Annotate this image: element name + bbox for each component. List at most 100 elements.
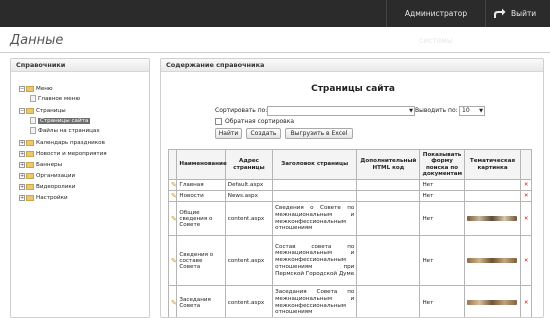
tree-item-organizations[interactable]: + Организации <box>19 172 75 181</box>
delete-icon[interactable]: ✕ <box>520 201 532 236</box>
content-title: Страницы сайта <box>311 84 395 94</box>
cell-html <box>356 285 421 317</box>
tree-item-site-pages[interactable]: Страницы сайта <box>30 117 91 126</box>
reference-books-panel: Справочники − Меню Главное меню − Страницы… <box>10 58 150 318</box>
cell-name: Общие сведения о Совете <box>176 201 226 236</box>
tree-item-label: Календарь праздников <box>36 140 105 146</box>
cell-address: content.aspx <box>224 285 274 317</box>
find-button[interactable]: Найти <box>215 128 242 139</box>
chevron-down-icon: ▼ <box>409 108 413 114</box>
tree-item-label: Меню <box>36 86 53 92</box>
thumbnail-image <box>466 215 517 221</box>
cell-address: content.aspx <box>224 201 274 236</box>
tree-item-label: Организации <box>36 173 76 179</box>
expand-toggle[interactable]: + <box>19 183 25 190</box>
expand-toggle[interactable]: + <box>19 161 25 168</box>
cell-html <box>356 235 421 286</box>
cell-search: Нет <box>419 179 465 191</box>
edit-icon[interactable]: ✎ <box>167 190 178 202</box>
panel-title: Содержание справочника <box>161 59 543 72</box>
chevron-down-icon: ▼ <box>479 108 483 114</box>
tree-item-main-menu[interactable]: Главное меню <box>30 95 80 104</box>
delete-icon[interactable]: ✕ <box>520 285 532 317</box>
expand-toggle[interactable]: + <box>19 194 25 201</box>
column-header[interactable]: Тематическая картинка <box>463 149 522 180</box>
folder-icon <box>26 139 34 146</box>
folder-icon <box>26 161 34 168</box>
delete-icon[interactable]: ✕ <box>520 190 532 202</box>
reference-content-panel: Содержание справочника Страницы сайта Со… <box>160 58 544 318</box>
expand-toggle[interactable]: + <box>19 172 25 179</box>
tree-item-label: Настройки <box>36 195 68 201</box>
tree-item-page-files[interactable]: Файлы на страницах <box>30 127 100 136</box>
sort-select[interactable]: ▼ <box>267 106 415 116</box>
page-size-value: 10 <box>462 107 470 114</box>
edit-icon[interactable]: ✎ <box>167 201 178 236</box>
title-divider <box>0 52 550 53</box>
cell-heading: Сведения о Совете по межнациональным и м… <box>272 201 358 236</box>
current-user-link[interactable]: Администратор системы <box>386 0 486 45</box>
folder-icon <box>26 107 34 114</box>
export-excel-button[interactable]: Выгрузить в Excel <box>285 128 353 139</box>
delete-icon[interactable]: ✕ <box>520 179 532 191</box>
delete-icon[interactable]: ✕ <box>520 235 532 286</box>
expand-toggle[interactable]: + <box>19 150 25 157</box>
cell-address: News.aspx <box>224 190 274 202</box>
table-row: ✎ Новости News.aspx Нет ✕ <box>167 190 532 202</box>
logout-button[interactable]: Выйти <box>487 0 550 27</box>
cell-heading <box>272 190 358 202</box>
cell-html <box>356 201 421 236</box>
tree-item-pages[interactable]: − Страницы <box>19 107 66 116</box>
checkbox-box[interactable] <box>215 118 222 125</box>
create-button[interactable]: Создать <box>246 128 281 139</box>
tree-item-banners[interactable]: + Баннеры <box>19 161 62 170</box>
column-header[interactable]: Адрес страницы <box>224 149 274 180</box>
cell-heading: Состав совета по межнациональным и межко… <box>272 235 358 286</box>
tree-item-menu[interactable]: − Меню <box>19 85 53 94</box>
folder-icon <box>26 85 34 92</box>
page-title: Данные <box>10 33 64 48</box>
collapse-toggle[interactable]: − <box>19 85 25 92</box>
cell-picture <box>463 285 522 317</box>
column-header <box>167 149 178 180</box>
pages-table: Наименование Адрес страницы Заголовок ст… <box>167 149 532 317</box>
column-header[interactable]: Показывать форму поиска по документам <box>419 149 465 180</box>
tree-item-label: Страницы <box>36 108 66 114</box>
thumbnail-image <box>466 299 517 305</box>
panel-title: Справочники <box>11 59 149 72</box>
column-header[interactable]: Наименование <box>176 149 227 180</box>
column-header[interactable]: Дополнительный HTML код <box>356 149 421 180</box>
page-icon <box>30 95 36 102</box>
expand-toggle[interactable]: + <box>19 139 25 146</box>
tree-item-videos[interactable]: + Видеоролики <box>19 183 75 192</box>
reverse-sort-label: Обратная сортировка <box>225 118 295 125</box>
edit-icon[interactable]: ✎ <box>167 235 178 286</box>
cell-name: Главная <box>176 179 226 191</box>
logout-arrow-icon <box>494 8 506 18</box>
cell-picture <box>463 190 522 202</box>
page-icon <box>30 117 36 124</box>
logout-label: Выйти <box>511 9 537 18</box>
folder-icon <box>26 172 34 179</box>
collapse-toggle[interactable]: − <box>19 107 25 114</box>
column-header <box>520 149 532 180</box>
cell-picture <box>463 201 522 236</box>
tree-item-news[interactable]: + Новости и мероприятия <box>19 150 107 159</box>
page-size-select[interactable]: 10 ▼ <box>459 106 485 116</box>
thumbnail-image <box>466 257 517 263</box>
cell-picture <box>463 235 522 286</box>
tree-item-label: Файлы на страницах <box>38 128 100 134</box>
cell-address: Default.aspx <box>224 179 274 191</box>
cell-picture <box>463 179 522 191</box>
edit-icon[interactable]: ✎ <box>167 285 178 317</box>
reverse-sort-checkbox[interactable]: Обратная сортировка <box>215 117 294 126</box>
cell-name: Заседания Совета <box>176 285 226 317</box>
tree-item-holidays[interactable]: + Календарь праздников <box>19 139 105 148</box>
cell-search: Нет <box>419 190 465 202</box>
table-row: ✎ Заседания Совета content.aspx Заседани… <box>167 285 532 317</box>
tree-item-settings[interactable]: + Настройки <box>19 194 68 203</box>
column-header[interactable]: Заголовок страницы <box>272 149 358 180</box>
page-icon <box>30 127 36 134</box>
edit-icon[interactable]: ✎ <box>167 179 178 191</box>
cell-name: Новости <box>176 190 226 202</box>
